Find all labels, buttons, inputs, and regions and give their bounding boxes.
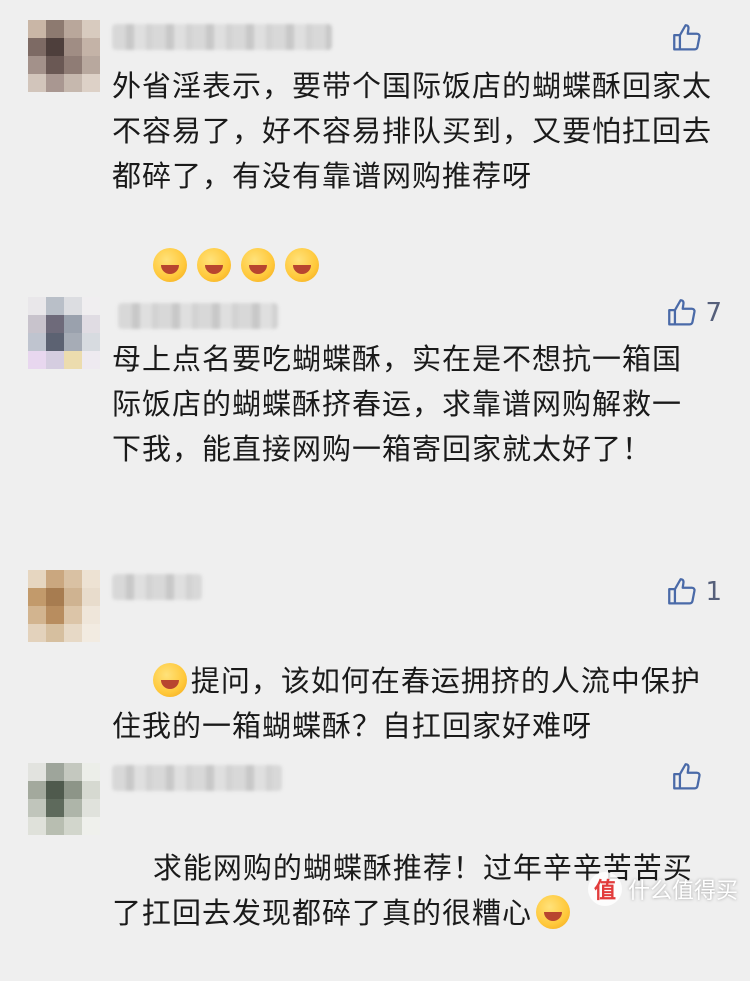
watermark-logo-icon: 值 bbox=[587, 872, 622, 906]
laugh-cry-icon bbox=[152, 248, 187, 282]
comment-item: 外省淫表示，要带个国际饭店的蝴蝶酥回家太不容易了，好不容易排队买到，又要怕扛回去… bbox=[0, 0, 750, 282]
thumbs-up-icon bbox=[668, 299, 697, 326]
thumbs-up-icon bbox=[668, 578, 697, 605]
comment-item: 1 提问，该如何在春运拥挤的人流中保护住我的一箱蝴蝶酥？自扛回家好难呀 bbox=[0, 560, 750, 743]
avatar[interactable] bbox=[28, 297, 100, 369]
laugh-cry-icon bbox=[284, 248, 319, 282]
avatar[interactable] bbox=[28, 20, 100, 92]
like-button[interactable]: 7 bbox=[665, 293, 722, 333]
comment-item: 7 母上点名要吃蝴蝶酥，实在是不想抗一箱国际饭店的蝴蝶酥挤春运，求靠谱网购解救一… bbox=[0, 285, 750, 525]
username-blurred[interactable] bbox=[112, 765, 282, 791]
avatar[interactable] bbox=[28, 570, 100, 642]
like-button[interactable] bbox=[670, 757, 722, 797]
like-button[interactable]: 1 bbox=[665, 572, 722, 612]
username-blurred[interactable] bbox=[112, 24, 332, 50]
username-blurred[interactable] bbox=[118, 303, 278, 329]
laugh-cry-icon bbox=[196, 248, 231, 282]
watermark: 值 什么值得买 bbox=[587, 872, 738, 906]
pleading-face-icon bbox=[536, 895, 571, 929]
like-count: 7 bbox=[705, 298, 722, 328]
laugh-cry-icon bbox=[240, 248, 275, 282]
like-count: 1 bbox=[705, 577, 722, 607]
avatar[interactable] bbox=[28, 763, 100, 835]
thumbs-up-icon bbox=[673, 763, 701, 790]
like-button[interactable] bbox=[670, 18, 722, 58]
comment-text: 母上点名要吃蝴蝶酥，实在是不想抗一箱国际饭店的蝴蝶酥挤春运，求靠谱网购解救一下我… bbox=[112, 342, 683, 466]
watermark-text: 什么值得买 bbox=[627, 879, 738, 904]
username-blurred[interactable] bbox=[112, 574, 202, 600]
thumbs-up-icon bbox=[673, 24, 701, 51]
crying-laughing-icon bbox=[152, 663, 187, 697]
